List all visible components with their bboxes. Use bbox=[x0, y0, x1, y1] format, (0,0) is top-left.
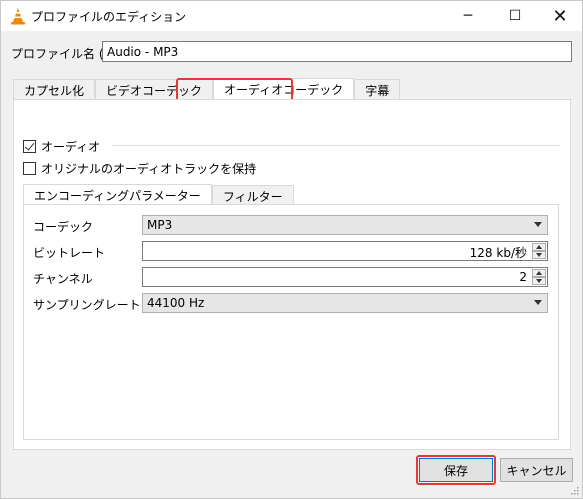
dialog-body: プロファイル名 (N) カプセル化 ビデオコーデック オーディオコーデック 字幕… bbox=[1, 31, 582, 498]
profile-editor-window: プロファイルのエディション ─ ☐ ✕ プロファイル名 (N) カプセル化 ビデ… bbox=[0, 0, 583, 499]
samplerate-select[interactable]: 44100 Hz bbox=[142, 293, 548, 313]
save-button[interactable]: 保存 bbox=[419, 458, 493, 482]
keep-original-label: オリジナルのオーディオトラックを保持 bbox=[41, 161, 257, 176]
maximize-icon: ☐ bbox=[508, 8, 522, 24]
bitrate-label: ビットレート bbox=[33, 246, 106, 260]
vlc-cone-icon bbox=[11, 8, 25, 25]
keep-original-checkbox[interactable] bbox=[23, 161, 36, 175]
chevron-down-icon bbox=[534, 222, 542, 227]
codec-label: コーデック bbox=[33, 220, 94, 234]
minimize-button[interactable]: ─ bbox=[445, 1, 491, 31]
spin-up-icon[interactable] bbox=[532, 243, 546, 251]
keep-original-row[interactable]: オリジナルのオーディオトラックを保持 bbox=[23, 160, 256, 176]
tab-filters[interactable]: フィルター bbox=[211, 185, 294, 205]
audio-checkbox-row[interactable]: オーディオ bbox=[23, 138, 100, 154]
close-icon: ✕ bbox=[552, 5, 568, 27]
channels-spinbox[interactable]: 2 bbox=[142, 267, 548, 287]
audio-subtabs: エンコーディングパラメーター フィルター bbox=[23, 184, 294, 205]
codec-select[interactable]: MP3 bbox=[142, 215, 548, 235]
close-button[interactable]: ✕ bbox=[537, 1, 583, 31]
audio-checkbox-label: オーディオ bbox=[41, 139, 101, 154]
tab-audio-codec[interactable]: オーディオコーデック bbox=[213, 78, 355, 100]
title-bar[interactable]: プロファイルのエディション ─ ☐ ✕ bbox=[1, 1, 582, 31]
group-divider bbox=[112, 145, 560, 146]
bitrate-value: 128 kb/秒 bbox=[469, 246, 527, 260]
tab-subtitles[interactable]: 字幕 bbox=[354, 79, 401, 100]
resize-grip-icon[interactable] bbox=[569, 485, 579, 495]
profile-name-input[interactable] bbox=[102, 41, 572, 62]
codec-tabs: カプセル化 ビデオコーデック オーディオコーデック 字幕 bbox=[13, 78, 401, 100]
spin-down-icon[interactable] bbox=[532, 277, 546, 285]
chevron-down-icon bbox=[534, 300, 542, 305]
cancel-button[interactable]: キャンセル bbox=[500, 458, 573, 482]
bitrate-spinbox[interactable]: 128 kb/秒 bbox=[142, 241, 548, 261]
tab-encoding-parameters[interactable]: エンコーディングパラメーター bbox=[23, 184, 212, 205]
codec-value: MP3 bbox=[147, 218, 173, 232]
audio-codec-panel: オーディオ オリジナルのオーディオトラックを保持 エンコーディングパラメーター … bbox=[13, 99, 571, 450]
encoding-parameters-panel: コーデック MP3 ビットレート 128 kb/秒 チャンネル 2 サンプリング… bbox=[23, 204, 559, 440]
channels-value: 2 bbox=[519, 270, 527, 284]
spin-up-icon[interactable] bbox=[532, 269, 546, 277]
samplerate-value: 44100 Hz bbox=[147, 296, 205, 310]
tab-video-codec[interactable]: ビデオコーデック bbox=[95, 79, 214, 100]
tab-encapsulation[interactable]: カプセル化 bbox=[13, 79, 96, 100]
window-title: プロファイルのエディション bbox=[31, 10, 187, 24]
spin-down-icon[interactable] bbox=[532, 251, 546, 259]
maximize-button[interactable]: ☐ bbox=[492, 1, 538, 31]
minimize-icon: ─ bbox=[463, 8, 473, 24]
channels-label: チャンネル bbox=[33, 272, 93, 286]
audio-checkbox[interactable] bbox=[23, 139, 36, 153]
